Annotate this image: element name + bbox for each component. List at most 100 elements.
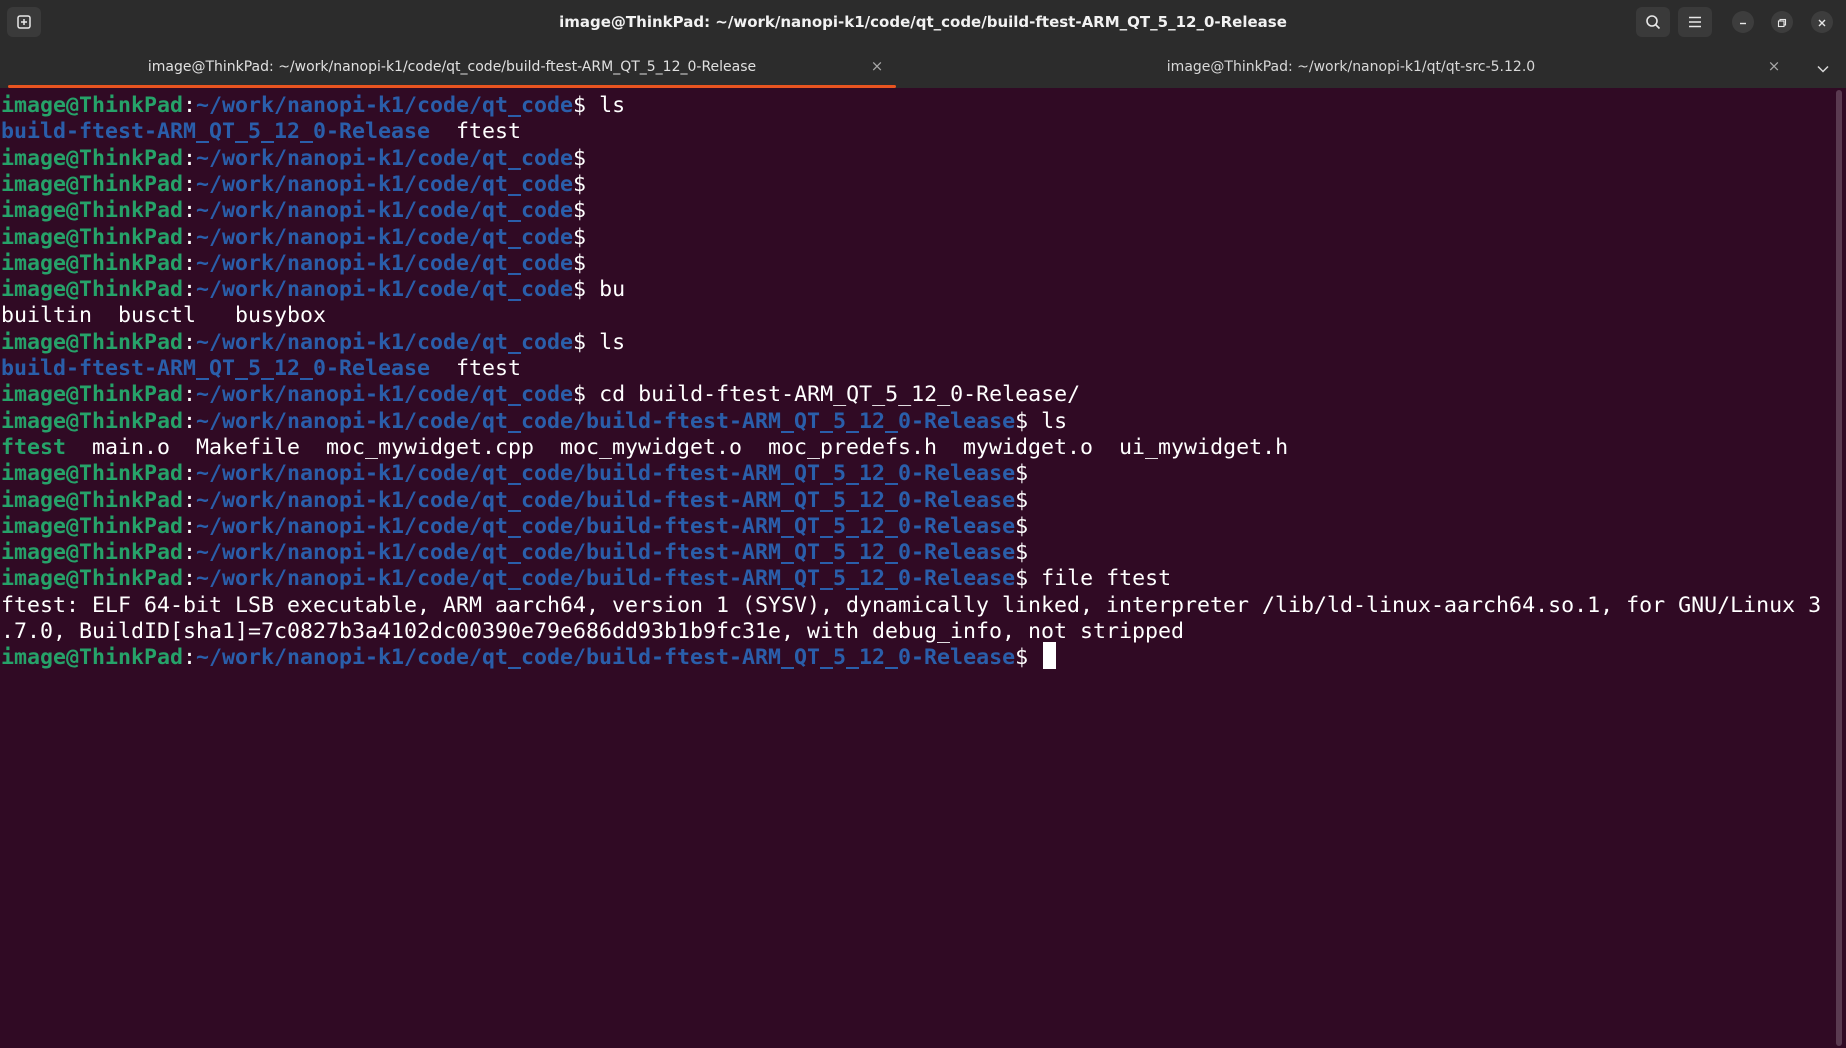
close-icon: × — [1767, 57, 1781, 75]
maximize-icon — [1777, 13, 1787, 32]
text-cursor — [1043, 642, 1057, 670]
prompt-colon: : — [183, 487, 197, 513]
prompt-colon: : — [183, 408, 197, 434]
chevron-down-icon — [1817, 58, 1829, 77]
prompt-dollar: $ — [1015, 408, 1029, 434]
prompt-dollar: $ — [573, 250, 587, 276]
prompt-path: ~/work/nanopi-k1/code/qt_code/build-ftes… — [196, 645, 1016, 671]
search-button[interactable] — [1636, 7, 1670, 37]
tab-label: image@ThinkPad: ~/work/nanopi-k1/code/qt… — [147, 58, 757, 75]
prompt-path: ~/work/nanopi-k1/code/qt_code — [196, 145, 574, 171]
prompt-user: image@ThinkPad — [1, 277, 184, 303]
terminal-output[interactable]: image@ThinkPad:~/work/nanopi-k1/code/qt_… — [0, 88, 1834, 1048]
prompt-user: image@ThinkPad — [1, 145, 184, 171]
prompt-user: image@ThinkPad — [1, 645, 184, 671]
executable-name: ftest — [1, 434, 67, 460]
prompt-path: ~/work/nanopi-k1/code/qt_code/build-ftes… — [196, 461, 1016, 487]
prompt-path: ~/work/nanopi-k1/code/qt_code — [196, 277, 574, 303]
prompt-colon: : — [183, 513, 197, 539]
prompt-dollar: $ — [1015, 645, 1029, 671]
prompt-colon: : — [183, 224, 197, 250]
menu-button[interactable] — [1678, 7, 1712, 37]
output-text: .7.0, BuildID[sha1]=7c0827b3a4102dc00390… — [1, 619, 1185, 644]
prompt-colon: : — [183, 382, 197, 408]
prompt-colon: : — [183, 198, 197, 224]
prompt-colon: : — [183, 540, 197, 566]
output-text: ftest — [430, 356, 522, 381]
prompt-user: image@ThinkPad — [1, 198, 184, 224]
new-tab-icon — [16, 14, 32, 30]
search-icon — [1645, 14, 1661, 30]
output-text: ftest — [430, 119, 522, 145]
prompt-dollar: $ — [1015, 566, 1029, 592]
prompt-user: image@ThinkPad — [1, 250, 184, 276]
prompt-user: image@ThinkPad — [1, 93, 184, 118]
prompt-path: ~/work/nanopi-k1/code/qt_code/build-ftes… — [196, 487, 1016, 513]
maximize-button[interactable] — [1771, 11, 1793, 33]
scrollbar[interactable] — [1836, 90, 1842, 1046]
prompt-colon: : — [183, 329, 197, 355]
prompt-path: ~/work/nanopi-k1/code/qt_code — [196, 198, 574, 224]
command-text: ls — [586, 93, 626, 118]
prompt-path: ~/work/nanopi-k1/code/qt_code — [196, 93, 574, 118]
command-text — [1028, 645, 1041, 670]
prompt-user: image@ThinkPad — [1, 566, 184, 592]
prompt-colon: : — [183, 277, 197, 303]
output-text: main.o Makefile moc_mywidget.cpp moc_myw… — [66, 434, 1289, 460]
terminal-line: image@ThinkPad:~/work/nanopi-k1/code/qt_… — [1, 642, 1057, 673]
command-text: cd build-ftest-ARM_QT_5_12_0-Release/ — [586, 382, 1081, 408]
header-bar: image@ThinkPad: ~/work/nanopi-k1/code/qt… — [0, 0, 1846, 45]
prompt-path: ~/work/nanopi-k1/code/qt_code/build-ftes… — [196, 408, 1016, 434]
prompt-path: ~/work/nanopi-k1/code/qt_code — [196, 224, 574, 250]
directory-name: build-ftest-ARM_QT_5_12_0-Release — [1, 356, 431, 381]
close-icon: × — [870, 57, 884, 75]
prompt-dollar: $ — [573, 382, 587, 408]
prompt-colon: : — [183, 645, 197, 671]
prompt-dollar: $ — [573, 145, 587, 171]
prompt-path: ~/work/nanopi-k1/code/qt_code — [196, 329, 574, 355]
prompt-user: image@ThinkPad — [1, 487, 184, 513]
window-title: image@ThinkPad: ~/work/nanopi-k1/code/qt… — [559, 13, 1287, 31]
prompt-user: image@ThinkPad — [1, 171, 184, 197]
prompt-path: ~/work/nanopi-k1/code/qt_code — [196, 250, 574, 276]
tab-label: image@ThinkPad: ~/work/nanopi-k1/qt/qt-s… — [1166, 58, 1536, 75]
prompt-dollar: $ — [1015, 513, 1029, 539]
prompt-dollar: $ — [573, 329, 587, 355]
new-tab-button[interactable] — [7, 7, 41, 37]
prompt-user: image@ThinkPad — [1, 382, 184, 408]
prompt-colon: : — [183, 461, 197, 487]
prompt-dollar: $ — [573, 224, 587, 250]
prompt-dollar: $ — [1015, 487, 1029, 513]
prompt-colon: : — [183, 250, 197, 276]
prompt-dollar: $ — [1015, 540, 1029, 566]
tab-build-release[interactable]: image@ThinkPad: ~/work/nanopi-k1/code/qt… — [0, 45, 904, 88]
hamburger-menu-icon — [1688, 16, 1702, 28]
prompt-dollar: $ — [573, 198, 587, 224]
prompt-user: image@ThinkPad — [1, 513, 184, 539]
tab-bar: image@ThinkPad: ~/work/nanopi-k1/code/qt… — [0, 45, 1846, 88]
close-button[interactable] — [1811, 11, 1833, 33]
prompt-user: image@ThinkPad — [1, 224, 184, 250]
prompt-colon: : — [183, 171, 197, 197]
prompt-path: ~/work/nanopi-k1/code/qt_code/build-ftes… — [196, 566, 1016, 592]
tab-close-button[interactable]: × — [868, 57, 886, 75]
prompt-colon: : — [183, 566, 197, 592]
prompt-path: ~/work/nanopi-k1/code/qt_code — [196, 171, 574, 197]
tab-close-button[interactable]: × — [1765, 57, 1783, 75]
close-icon — [1817, 13, 1827, 32]
minimize-icon — [1738, 13, 1748, 32]
prompt-colon: : — [183, 145, 197, 171]
prompt-colon: : — [183, 93, 197, 118]
minimize-button[interactable] — [1732, 11, 1754, 33]
tab-qt-src[interactable]: image@ThinkPad: ~/work/nanopi-k1/qt/qt-s… — [904, 45, 1798, 88]
output-text: builtin busctl busybox — [1, 303, 327, 329]
prompt-user: image@ThinkPad — [1, 329, 184, 355]
prompt-dollar: $ — [1015, 461, 1029, 487]
prompt-user: image@ThinkPad — [1, 461, 184, 487]
tab-list-button[interactable] — [1812, 57, 1834, 77]
command-text: ls — [1028, 408, 1068, 434]
prompt-path: ~/work/nanopi-k1/code/qt_code — [196, 382, 574, 408]
prompt-path: ~/work/nanopi-k1/code/qt_code/build-ftes… — [196, 540, 1016, 566]
prompt-user: image@ThinkPad — [1, 408, 184, 434]
prompt-user: image@ThinkPad — [1, 540, 184, 566]
